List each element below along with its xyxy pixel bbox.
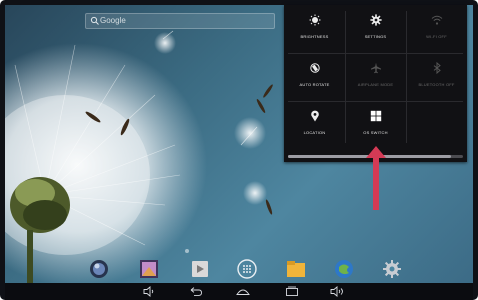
app-drawer-icon[interactable] bbox=[236, 258, 258, 280]
search-bar[interactable]: Google bbox=[85, 13, 275, 29]
annotation-arrow bbox=[366, 146, 386, 210]
airplane-mode-label: AIRPLANE MODE bbox=[357, 82, 394, 87]
file-manager-app-icon[interactable] bbox=[285, 258, 307, 280]
settings-app-icon[interactable] bbox=[381, 258, 403, 280]
location-icon bbox=[310, 110, 319, 122]
quick-settings-panel: BRIGHTNESS SETTINGS WI-FI OFF AUTO ROTAT… bbox=[284, 5, 467, 162]
bluetooth-label: BLUETOOTH OFF bbox=[418, 82, 455, 87]
volume-up-icon[interactable] bbox=[329, 285, 345, 298]
settings-label: SETTINGS bbox=[364, 34, 387, 39]
wifi-tile[interactable]: WI-FI OFF bbox=[406, 5, 467, 53]
brightness-tile[interactable]: BRIGHTNESS bbox=[284, 5, 345, 53]
back-icon[interactable] bbox=[188, 285, 204, 298]
brightness-icon bbox=[309, 14, 320, 26]
airplane-icon bbox=[370, 62, 381, 74]
gallery-app-icon[interactable] bbox=[138, 258, 160, 280]
search-label: Google bbox=[100, 16, 126, 25]
rotate-icon bbox=[309, 63, 320, 73]
browser-app-icon[interactable] bbox=[88, 258, 110, 280]
airplane-mode-tile[interactable]: AIRPLANE MODE bbox=[345, 53, 406, 101]
bluetooth-icon bbox=[433, 62, 441, 74]
internet-app-icon[interactable] bbox=[333, 258, 355, 280]
brightness-label: BRIGHTNESS bbox=[300, 34, 329, 39]
quick-settings-grid: BRIGHTNESS SETTINGS WI-FI OFF AUTO ROTAT… bbox=[284, 5, 467, 149]
settings-tile[interactable]: SETTINGS bbox=[345, 5, 406, 53]
search-icon bbox=[90, 16, 99, 25]
home-icon[interactable] bbox=[235, 285, 251, 298]
system-navigation-bar bbox=[5, 283, 473, 300]
os-switch-label: OS SWITCH bbox=[363, 130, 388, 135]
location-label: LOCATION bbox=[303, 130, 326, 135]
bluetooth-tile[interactable]: BLUETOOTH OFF bbox=[406, 53, 467, 101]
recent-apps-icon[interactable] bbox=[284, 285, 300, 298]
wifi-label: WI-FI OFF bbox=[426, 34, 447, 39]
volume-down-icon[interactable] bbox=[141, 285, 157, 298]
play-store-app-icon[interactable] bbox=[189, 258, 211, 280]
auto-rotate-label: AUTO ROTATE bbox=[299, 82, 330, 87]
windows-icon bbox=[370, 110, 381, 122]
wifi-icon bbox=[431, 15, 442, 25]
gear-icon bbox=[369, 14, 382, 26]
location-tile[interactable]: LOCATION bbox=[284, 101, 345, 149]
app-dock bbox=[83, 253, 413, 283]
tablet-frame: Google BRIGHTNESS SETTINGS WI-FI OFF AUT… bbox=[0, 0, 478, 300]
auto-rotate-tile[interactable]: AUTO ROTATE bbox=[284, 53, 345, 101]
